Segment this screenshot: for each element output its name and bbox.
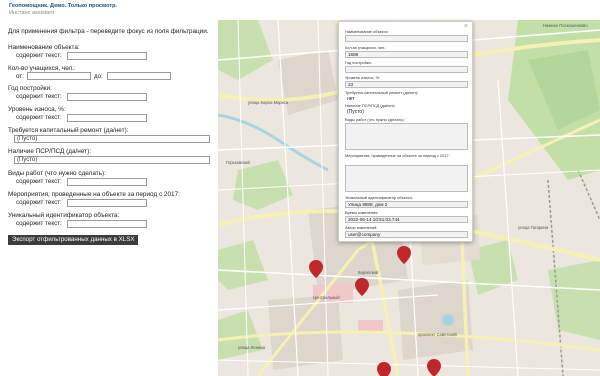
- filter-panel: Для применения фильтра - переведите фоку…: [0, 20, 218, 376]
- object-name-sublabel: содержит текст:: [16, 52, 62, 59]
- map-label-district-left: Горьковский: [226, 160, 250, 165]
- capital-repair-input[interactable]: (Пусто): [14, 135, 210, 143]
- year-built-input[interactable]: [67, 93, 147, 101]
- popup-label-work-types: Виды работ (что нужно сделать):: [345, 117, 405, 122]
- work-types-sublabel: содержит текст:: [16, 178, 62, 185]
- year-built-sublabel: содержит текст:: [16, 93, 62, 100]
- capital-repair-label: Требуется капитальный ремонт (да/нет):: [8, 127, 129, 134]
- filter-hint: Для применения фильтра - переведите фоку…: [8, 28, 209, 35]
- close-icon[interactable]: ×: [464, 23, 468, 30]
- popup-field-modified-time: 2022-06-14 10:51:03.744: [345, 216, 468, 223]
- events-2017-input[interactable]: [67, 199, 147, 207]
- map-label-district-mid: Кировский: [358, 270, 379, 275]
- popup-field-events-2017: [345, 165, 468, 192]
- popup-label-capital-repair: Требуется капитальный ремонт (да/нет):: [345, 90, 419, 95]
- map-pin-icon[interactable]: [397, 246, 411, 264]
- events-2017-sublabel: содержит текст:: [16, 199, 62, 206]
- psd-label: Наличие ПСР/ПСД (да/нет):: [8, 148, 92, 155]
- popup-field-students: 1688: [345, 51, 468, 58]
- popup-value-capital-repair: нет: [347, 96, 355, 102]
- popup-label-events-2017: Мероприятия, проведенные на объекте за п…: [345, 153, 450, 158]
- work-types-label: Виды работ (что нужно сделать):: [8, 170, 106, 177]
- object-name-input[interactable]: [67, 52, 147, 60]
- wear-level-sublabel: содержит текст:: [16, 114, 62, 121]
- popup-label-object-name: Наименование объекта:: [345, 29, 389, 34]
- psd-input[interactable]: (Пусто): [14, 156, 210, 164]
- work-types-input[interactable]: [67, 178, 147, 186]
- map-label-street-e: Центральный: [313, 295, 340, 300]
- object-popup: × Наименование объекта: Кол-во учащихся,…: [338, 21, 473, 242]
- popup-label-author: Автор изменений:: [345, 225, 378, 230]
- popup-field-author: user@company: [345, 231, 468, 238]
- object-name-label: Наименование объекта:: [8, 44, 80, 51]
- events-2017-label: Мероприятия, проведенные на объекте за п…: [8, 191, 180, 198]
- map-pin-icon[interactable]: [355, 278, 369, 296]
- wear-level-label: Уровень износа, %:: [8, 106, 66, 113]
- students-label: Кол-во учащихся, чел.:: [8, 65, 76, 72]
- map-label-district-top: Нижнее Поскешенково: [543, 23, 588, 28]
- popup-label-uid: Уникальный идентификатор объекта:: [345, 195, 413, 200]
- app-subtitle: Инстанс assistant: [9, 10, 55, 16]
- export-xlsx-button[interactable]: Экспорт отфильтрованных данных в XLSX: [8, 235, 139, 245]
- uid-input[interactable]: [67, 220, 147, 228]
- popup-field-wear-level: 23: [345, 81, 468, 88]
- popup-label-modified-time: Время изменения:: [345, 210, 379, 215]
- students-from-label: от:: [16, 73, 24, 80]
- app-header: Геопомощник. Демо. Только просмотр. Инст…: [0, 0, 600, 20]
- map-label-street-b: проспект Советский: [418, 332, 457, 337]
- map-pin-icon[interactable]: [309, 260, 323, 278]
- year-built-label: Год постройки:: [8, 85, 52, 92]
- popup-field-object-name: [345, 35, 468, 42]
- popup-label-year-built: Год постройки:: [345, 60, 372, 65]
- wear-level-input[interactable]: [67, 114, 147, 122]
- popup-label-wear-level: Уровень износа, %:: [345, 75, 381, 80]
- popup-field-work-types: [345, 123, 468, 150]
- map-label-street-c: улица Гагарина: [518, 225, 549, 230]
- students-to-label: до:: [94, 73, 103, 80]
- map-pin-icon[interactable]: [377, 362, 391, 376]
- popup-field-uid: Улица 8888, дом 2: [345, 201, 468, 208]
- students-to-input[interactable]: [107, 72, 171, 80]
- popup-label-psd: Наличие ПСР/ПСД (да/нет):: [345, 103, 396, 108]
- map-label-street-a: улица Карла Маркса: [248, 100, 289, 105]
- map-pin-icon[interactable]: [427, 359, 441, 376]
- popup-label-students: Кол-во учащихся, чел.:: [345, 45, 387, 50]
- students-from-input[interactable]: [27, 72, 91, 80]
- map-label-street-d: улица Ленина: [238, 345, 266, 350]
- popup-field-year-built: [345, 66, 468, 73]
- app-title: Геопомощник. Демо. Только просмотр.: [9, 3, 118, 9]
- popup-value-psd: (Пусто): [347, 109, 364, 115]
- uid-label: Уникальный идентификатор объекта:: [8, 212, 120, 219]
- uid-sublabel: содержит текст:: [16, 220, 62, 227]
